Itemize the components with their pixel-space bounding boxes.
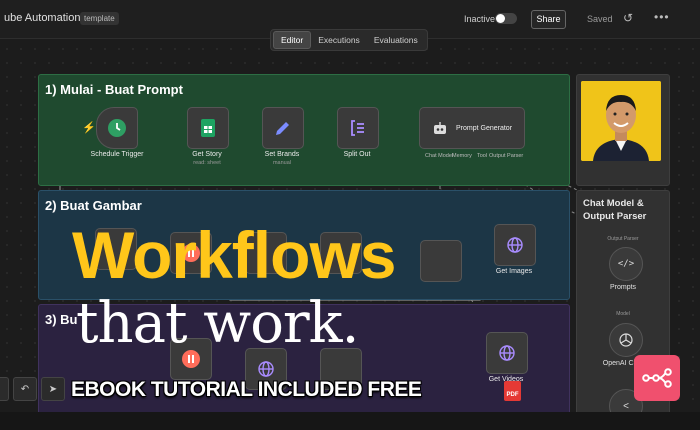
pdf-icon: PDF [504, 381, 521, 401]
item-type-label: Model [616, 311, 630, 317]
pointer-button[interactable]: ➤ [41, 377, 65, 401]
share-button[interactable]: Share [531, 10, 566, 29]
tab-executions[interactable]: Executions [311, 32, 367, 48]
node-label: Split Out [343, 151, 371, 158]
view-tabs: Editor Executions Evaluations [270, 29, 428, 51]
bottom-strip [0, 412, 700, 430]
node-label: Prompts [609, 284, 637, 291]
brand-logo-shape [642, 368, 672, 388]
schedule-trigger-node[interactable] [96, 107, 138, 149]
node-label: Prompt Generator [456, 124, 513, 132]
active-toggle[interactable] [495, 13, 517, 24]
connector-chat-model: Chat Model [425, 153, 454, 159]
node-subtitle: manual [272, 160, 292, 166]
share-icon: < [623, 400, 629, 412]
zoom-fit-button[interactable] [0, 377, 9, 401]
toggle-knob [496, 14, 505, 23]
trigger-bolt-icon: ⚡ [82, 122, 96, 134]
headline-line-2: that work. [76, 291, 359, 356]
pdf-label: PDF [506, 392, 519, 398]
ebook-banner: EBOOK TUTORIAL INCLUDED FREE [71, 378, 422, 401]
headline-line-1: Workflows [72, 218, 396, 292]
openai-chat-node[interactable] [609, 323, 643, 357]
tab-evaluations[interactable]: Evaluations [367, 32, 425, 48]
connector-memory: Memory [452, 153, 472, 159]
split-out-node[interactable] [337, 107, 379, 149]
node-subtitle: read: sheet [193, 160, 221, 166]
tab-editor[interactable]: Editor [273, 31, 312, 49]
get-images-node[interactable] [494, 224, 536, 266]
saved-status: Saved [587, 14, 613, 24]
openai-icon [619, 333, 633, 347]
section-title: 3) Bu [45, 312, 78, 327]
globe-icon [258, 361, 274, 377]
side-panel-title: Chat Model & Output Parser [583, 198, 647, 222]
history-icon[interactable]: ↺ [623, 11, 633, 25]
set-brands-node[interactable] [262, 107, 304, 149]
section-title: 1) Mulai - Buat Prompt [45, 82, 183, 97]
clock-icon [108, 119, 126, 137]
get-videos-node[interactable] [486, 332, 528, 374]
undo-button[interactable]: ↶ [13, 377, 37, 401]
node-label: Set Brands [264, 151, 300, 158]
prompts-parser-node[interactable]: </> [609, 247, 643, 281]
globe-icon [507, 237, 523, 253]
section-title: 2) Buat Gambar [45, 198, 142, 213]
workflow-brand-icon [634, 355, 680, 401]
connector-tool: Tool [477, 153, 488, 159]
get-story-node[interactable] [187, 107, 229, 149]
presenter-avatar [581, 81, 661, 161]
globe-icon [499, 345, 515, 361]
split-icon [351, 120, 364, 136]
image-if-node[interactable] [420, 240, 462, 282]
person-portrait [581, 81, 661, 161]
workflow-tag[interactable]: template [80, 12, 119, 25]
canvas-toolbar: ↶ ➤ [0, 377, 65, 401]
more-icon[interactable]: ••• [654, 10, 670, 24]
code-icon: </> [617, 259, 635, 269]
sheets-icon [201, 119, 215, 137]
item-type-label: Output Parser [607, 236, 639, 242]
robot-icon [434, 122, 446, 134]
node-label: Schedule Trigger [90, 151, 144, 158]
prompt-generator-node[interactable]: Prompt Generator [419, 107, 525, 149]
workflow-name[interactable]: ube Automation 1 [4, 12, 90, 24]
status-label: Inactive [464, 14, 496, 24]
connector-output-parser: Output Parser [489, 153, 524, 159]
pencil-icon [276, 122, 289, 135]
node-label: Get Images [495, 268, 533, 275]
node-label: Get Story [192, 151, 222, 158]
